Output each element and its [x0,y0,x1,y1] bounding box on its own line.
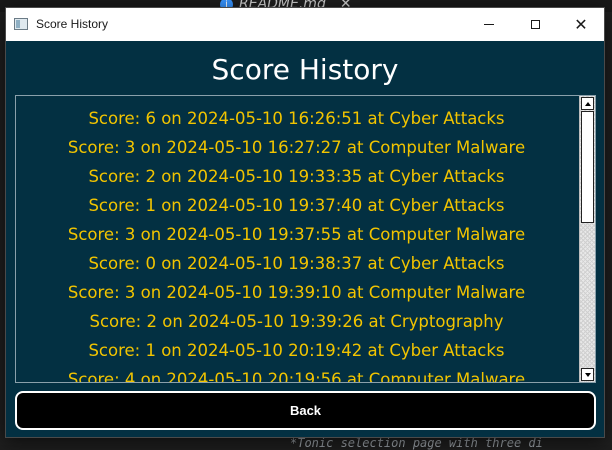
scroll-down-arrow-icon [584,372,591,377]
score-list-item[interactable]: Score: 3 on 2024-05-10 19:39:10 at Compu… [16,278,577,307]
maximize-icon [530,20,540,29]
window-title: Score History [36,17,109,31]
scroll-up-button[interactable] [581,97,594,110]
score-list-item[interactable]: Score: 2 on 2024-05-10 19:33:35 at Cyber… [16,162,577,191]
scroll-down-button[interactable] [581,368,594,381]
score-history-window: Score History ✕ Score History Score: 6 o… [5,7,605,438]
scroll-thumb[interactable] [581,111,594,223]
score-list-item[interactable]: Score: 0 on 2024-05-10 19:38:37 at Cyber… [16,249,577,278]
score-list-item[interactable]: Score: 4 on 2024-05-10 20:19:56 at Compu… [16,365,577,382]
score-list-item[interactable]: Score: 6 on 2024-05-10 16:26:51 at Cyber… [16,104,577,133]
maximize-button[interactable] [512,8,558,41]
back-button[interactable]: Back [15,391,596,430]
score-list[interactable]: Score: 6 on 2024-05-10 16:26:51 at Cyber… [15,95,596,383]
score-list-item[interactable]: Score: 3 on 2024-05-10 16:27:27 at Compu… [16,133,577,162]
close-icon: ✕ [574,14,588,34]
title-bar[interactable]: Score History ✕ [6,8,604,41]
scroll-up-arrow-icon [584,101,591,106]
vertical-scrollbar[interactable] [579,96,595,382]
page-title: Score History [211,53,399,86]
score-list-item[interactable]: Score: 1 on 2024-05-10 19:37:40 at Cyber… [16,191,577,220]
score-list-item[interactable]: Score: 3 on 2024-05-10 19:37:55 at Compu… [16,220,577,249]
minimize-icon [484,24,494,25]
close-button[interactable]: ✕ [558,8,604,41]
score-list-item[interactable]: Score: 2 on 2024-05-10 19:39:26 at Crypt… [16,307,577,336]
score-list-item[interactable]: Score: 1 on 2024-05-10 20:19:42 at Cyber… [16,336,577,365]
app-window-icon [14,18,28,30]
minimize-button[interactable] [466,8,512,41]
background-code-text: *Tonic selection page with three di [290,436,543,450]
score-list-content: Score: 6 on 2024-05-10 16:26:51 at Cyber… [16,104,577,382]
